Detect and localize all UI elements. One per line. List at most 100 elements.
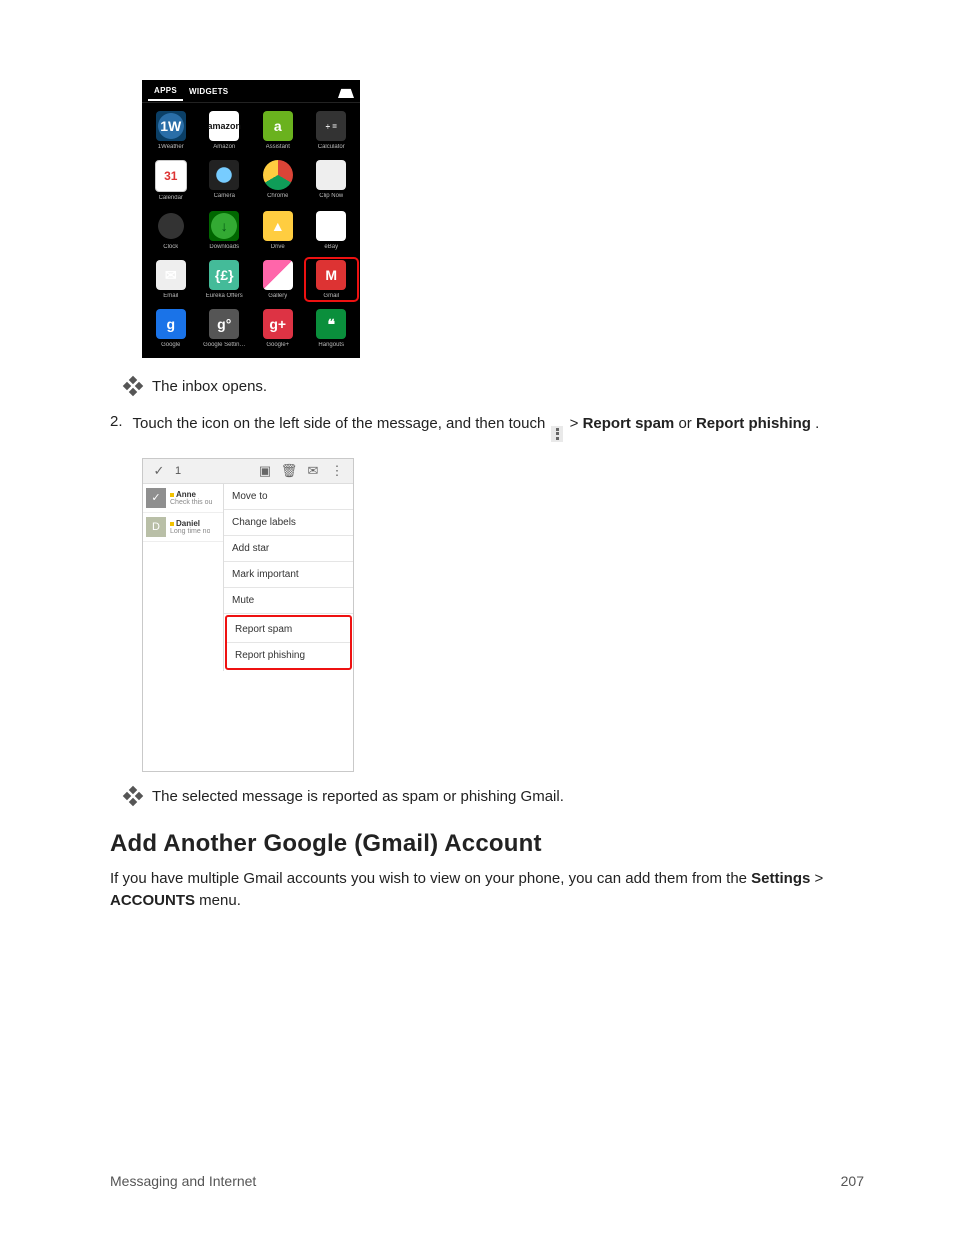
app-label: Google+ [266,342,289,348]
para-post: menu. [199,892,241,909]
app-chrome: Chrome [251,158,305,203]
app-google: g Google [144,307,198,350]
app-label: Google [161,342,180,348]
app-label: eBay [324,244,338,250]
message-row: DDanielLong time no [143,513,223,542]
app-icon [156,211,186,241]
android-app-drawer-screenshot: APPS WIDGETS 1W1WeatheramazonAmazon a Assi… [142,80,360,358]
app-icon: ebay [316,211,346,241]
app-clock: Clock [144,209,198,252]
app-clip-now: Clip Now [305,158,359,203]
message-snippet: Check this ou [170,499,212,506]
gmail-action-menu-screenshot: ✓ 1 ▣ 🗑 ✉ ⋮ ✓ AnneCheck this ou DDanielLon… [142,458,354,772]
app-icon: g [156,309,186,339]
menu-item-mark-important: Mark important [224,562,353,588]
app-hangouts: ❝ Hangouts [305,307,359,350]
mail-icon: ✉ [304,462,322,480]
para-pre: If you have multiple Gmail accounts you … [110,870,751,887]
overflow-icon: ⋮ [328,462,346,480]
para-bold-accounts: ACCOUNTS [110,892,195,909]
app-assistant: a Assistant [251,109,305,152]
app-drawer-tabs: APPS WIDGETS [142,80,360,103]
tab-apps: APPS [148,82,183,101]
app-icon: M [316,260,346,290]
app-downloads: ↓ Downloads [198,209,252,252]
step-body: Touch the icon on the left side of the m… [133,412,820,442]
app-grid: 1W1WeatheramazonAmazon a Assistant ÷ = Calcu… [142,103,360,358]
note-inbox-opens: The inbox opens. [124,376,864,398]
app-gallery: Gallery [251,258,305,301]
message-avatar: ✓ [146,488,166,508]
step-text-or: or [678,415,696,432]
app-label: Clock [163,244,178,250]
app-icon: {£} [209,260,239,290]
app-calculator: ÷ = Calculator [305,109,359,152]
app-eureka-offers: {£} Eureka Offers [198,258,252,301]
app-icon: 31 [155,160,187,192]
step-text-pre: Touch the icon on the left side of the m… [133,415,550,432]
menu-item-add-star: Add star [224,536,353,562]
app-icon [209,160,239,190]
selected-count: 1 [175,465,181,477]
app-icon [263,260,293,290]
app-amazon: amazonAmazon [198,109,252,152]
app-icon: amazon [209,111,239,141]
menu-item-report-phishing: Report phishing [227,643,350,668]
app-label: Eureka Offers [206,293,243,299]
message-avatar: D [146,517,166,537]
app-label: Google Settin… [203,342,245,348]
menu-item-report-spam: Report spam [227,617,350,643]
app-label: Email [163,293,178,299]
app-calendar: 31 Calendar [144,158,198,203]
app-icon: ↓ [209,211,239,241]
app-email: ✉Email [144,258,198,301]
footer-section: Messaging and Internet [110,1173,256,1189]
play-store-icon [338,84,354,98]
app-icon: g+ [263,309,293,339]
app-label: Hangouts [318,342,344,348]
app-label: 1Weather [158,144,184,150]
app-label: Calendar [159,195,183,201]
overflow-menu-icon [551,426,563,442]
app-icon: ❝ [316,309,346,339]
app-icon [316,160,346,190]
menu-item-mute: Mute [224,588,353,614]
app-google-: g+ Google+ [251,307,305,350]
highlighted-menu-items: Report spamReport phishing [225,615,352,670]
message-snippet: Long time no [170,528,210,535]
app-drive: ▲Drive [251,209,305,252]
step-bold-report-phishing: Report phishing [696,415,811,432]
checkmark-icon: ✓ [150,462,168,480]
step-number: 2. [110,413,123,430]
message-sender: Anne [170,490,212,499]
app-label: Chrome [267,193,288,199]
step-text-period: . [815,415,819,432]
para-bold-settings: Settings [751,870,810,887]
app-label: Assistant [266,144,290,150]
footer-page-number: 207 [841,1173,864,1189]
app-label: Gallery [268,293,287,299]
app-google-settin-: g° Google Settin… [198,307,252,350]
app-camera: Camera [198,158,252,203]
message-list: ✓ AnneCheck this ou DDanielLong time no [143,484,223,671]
app-icon: a [263,111,293,141]
menu-item-move-to: Move to [224,484,353,510]
app-label: Clip Now [319,193,343,199]
app-label: Downloads [209,244,239,250]
app-ebay: ebay eBay [305,209,359,252]
app-label: Calculator [318,144,345,150]
app-1weather: 1W1Weather [144,109,198,152]
trash-icon: 🗑 [280,462,298,480]
overflow-menu: Move toChange labelsAdd starMark importa… [223,484,353,671]
app-icon: ÷ = [316,111,346,141]
section-heading: Add Another Google (Gmail) Account [110,830,864,858]
gmail-action-bar: ✓ 1 ▣ 🗑 ✉ ⋮ [143,459,353,484]
diamond-bullet-icon [124,787,142,805]
note-text: The inbox opens. [152,376,267,398]
document-page: APPS WIDGETS 1W1WeatheramazonAmazon a Assi… [0,0,954,1235]
app-label: Drive [271,244,285,250]
app-icon: g° [209,309,239,339]
app-label: Camera [214,193,235,199]
step-text-gt: > [570,415,583,432]
note-text: The selected message is reported as spam… [152,786,564,808]
